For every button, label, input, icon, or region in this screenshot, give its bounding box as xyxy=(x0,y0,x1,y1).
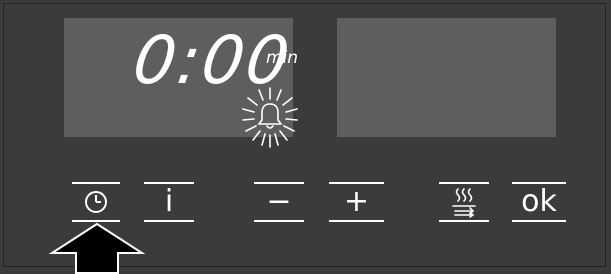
minus-button[interactable]: − xyxy=(254,182,304,222)
timer-unit: min xyxy=(266,48,299,68)
button-bar xyxy=(439,182,489,184)
button-bar xyxy=(144,182,194,184)
ok-label: ok xyxy=(521,184,557,219)
plus-button[interactable]: + xyxy=(329,182,384,222)
plus-label: + xyxy=(343,184,370,219)
button-bar xyxy=(329,220,384,222)
control-panel: 0:00 min i − + ok xyxy=(3,3,606,274)
steam-button[interactable] xyxy=(439,182,489,222)
minus-label: − xyxy=(266,184,292,219)
bell-icon xyxy=(242,87,298,148)
right-display xyxy=(337,18,556,137)
ok-button[interactable]: ok xyxy=(512,182,566,222)
up-arrow-icon xyxy=(49,222,145,274)
button-bar xyxy=(72,182,120,184)
button-bar xyxy=(512,182,566,184)
steam-icon xyxy=(452,188,476,218)
button-bar xyxy=(144,220,194,222)
button-bar xyxy=(254,182,304,184)
button-bar xyxy=(439,220,489,222)
button-bar xyxy=(329,182,384,184)
clock-icon xyxy=(85,191,107,213)
info-label: i xyxy=(164,184,174,219)
button-bar xyxy=(512,220,566,222)
info-button[interactable]: i xyxy=(144,182,194,222)
clock-button[interactable] xyxy=(72,182,120,222)
button-bar xyxy=(254,220,304,222)
